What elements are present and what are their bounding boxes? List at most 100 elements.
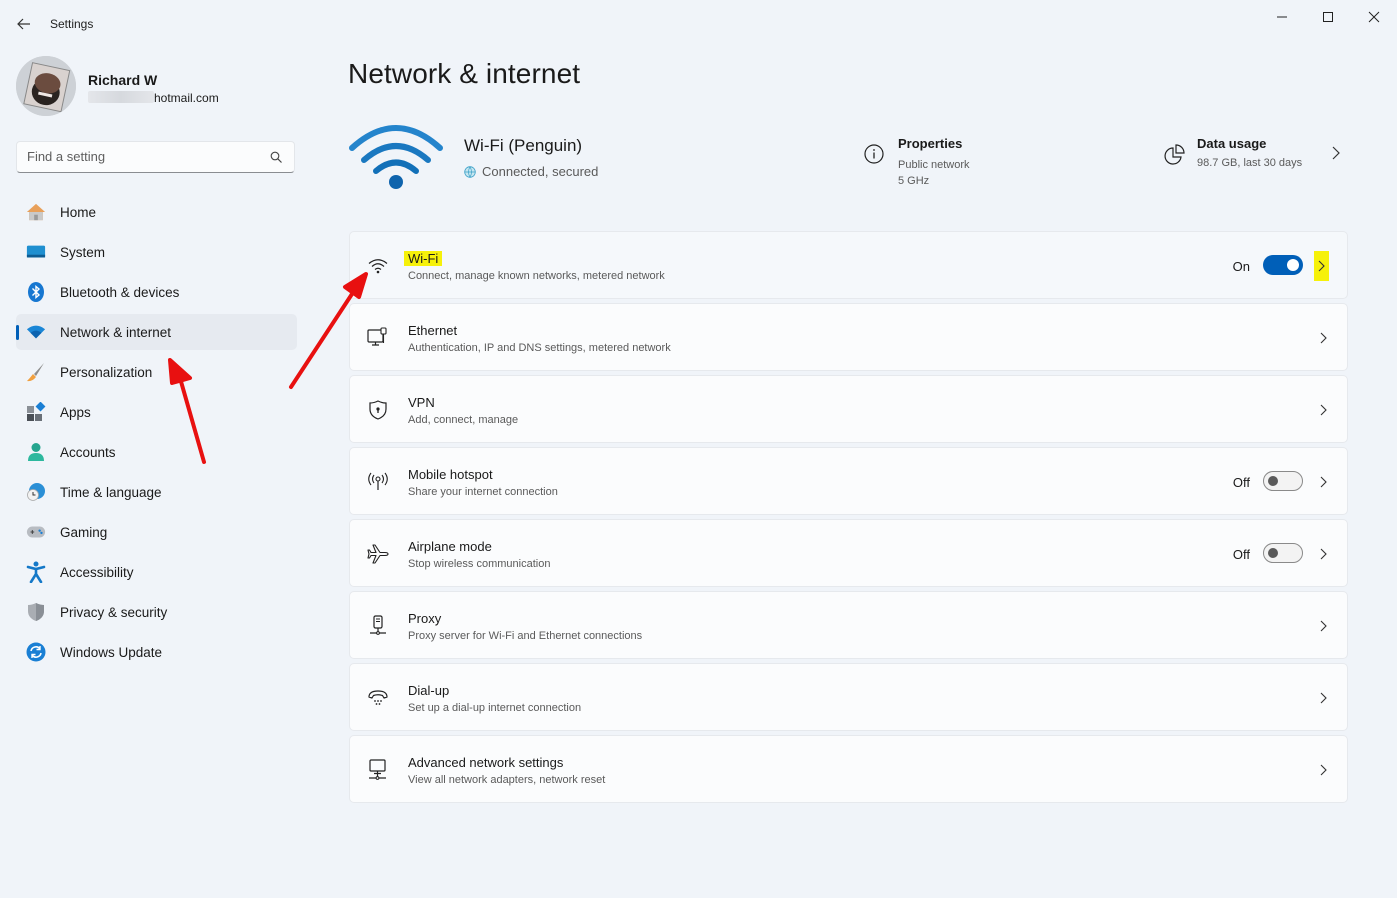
- chevron-right-icon: [1315, 544, 1331, 564]
- sidebar-item-network[interactable]: Network & internet: [16, 314, 297, 350]
- card-subtitle: Share your internet connection: [408, 486, 558, 498]
- proxy-icon: [367, 615, 389, 637]
- card-title: Dial-up: [408, 683, 450, 698]
- sidebar-item-bluetooth[interactable]: Bluetooth & devices: [16, 274, 297, 310]
- card-ethernet[interactable]: Ethernet Authentication, IP and DNS sett…: [349, 303, 1348, 371]
- user-email: hotmail.com: [88, 91, 219, 105]
- sidebar-item-privacy[interactable]: Privacy & security: [16, 594, 297, 630]
- sidebar-item-label: Windows Update: [60, 645, 163, 660]
- bluetooth-icon: [26, 282, 46, 302]
- data-usage-title: Data usage: [1197, 136, 1267, 151]
- user-name: Richard W: [88, 72, 158, 88]
- connection-summary: Wi-Fi (Penguin) Connected, secured Prope…: [348, 118, 1348, 198]
- data-usage-link[interactable]: Data usage 98.7 GB, last 30 days: [1162, 136, 1348, 176]
- ethernet-icon: [367, 327, 389, 349]
- sidebar-item-accounts[interactable]: Accounts: [16, 434, 297, 470]
- sidebar-item-accessibility[interactable]: Accessibility: [16, 554, 297, 590]
- sidebar-item-label: Gaming: [60, 525, 108, 540]
- avatar: [16, 56, 76, 116]
- app-title: Settings: [50, 17, 94, 31]
- wifi-chevron-button[interactable]: [1314, 251, 1329, 281]
- network-band: 5 GHz: [898, 175, 930, 187]
- mobile-hotspot-toggle[interactable]: [1263, 471, 1303, 491]
- card-title: Proxy: [408, 611, 442, 626]
- sidebar-item-apps[interactable]: Apps: [16, 394, 297, 430]
- card-airplane-mode[interactable]: Airplane mode Stop wireless communicatio…: [349, 519, 1348, 587]
- sidebar-item-windows-update[interactable]: Windows Update: [16, 634, 297, 670]
- card-wifi[interactable]: Wi-Fi Connect, manage known networks, me…: [349, 231, 1348, 299]
- properties-title: Properties: [898, 136, 963, 151]
- user-email-domain: hotmail.com: [154, 91, 219, 105]
- network-icon: [26, 322, 46, 342]
- card-proxy[interactable]: Proxy Proxy server for Wi-Fi and Etherne…: [349, 591, 1348, 659]
- card-subtitle: Authentication, IP and DNS settings, met…: [408, 342, 671, 354]
- chevron-right-icon: [1315, 400, 1331, 420]
- wifi-large-icon: [349, 125, 443, 189]
- user-profile[interactable]: Richard W hotmail.com: [16, 56, 316, 118]
- sidebar-item-label: Accessibility: [60, 565, 134, 580]
- data-usage-value: 98.7 GB, last 30 days: [1197, 157, 1303, 169]
- shield-icon: [26, 602, 46, 622]
- card-subtitle: Connect, manage known networks, metered …: [408, 270, 665, 282]
- properties-details: Public network 5 GHz: [898, 157, 970, 189]
- page-title: Network & internet: [348, 58, 581, 89]
- search-box[interactable]: [16, 141, 295, 173]
- network-type: Public network: [898, 159, 970, 171]
- search-input[interactable]: [27, 149, 257, 164]
- sidebar-item-gaming[interactable]: Gaming: [16, 514, 297, 550]
- chevron-right-icon: [1315, 760, 1331, 780]
- sidebar-item-label: Network & internet: [60, 325, 172, 340]
- sidebar-item-label: Privacy & security: [60, 605, 168, 620]
- chevron-right-icon: [1315, 472, 1331, 492]
- sidebar-item-time-language[interactable]: Time & language: [16, 474, 297, 510]
- sidebar-item-label: System: [60, 245, 106, 260]
- accounts-icon: [26, 442, 46, 462]
- email-redaction: [88, 91, 154, 103]
- sidebar-item-label: Accounts: [60, 445, 116, 460]
- maximize-icon: [1323, 12, 1333, 22]
- chevron-right-icon: [1332, 146, 1340, 160]
- sidebar-nav: Home System Bluetooth & devices Network …: [16, 194, 297, 674]
- card-title: Advanced network settings: [408, 755, 564, 770]
- sidebar-item-label: Home: [60, 205, 97, 220]
- back-button[interactable]: [14, 14, 34, 34]
- connection-status-text: Connected, secured: [482, 164, 599, 179]
- search-icon[interactable]: [270, 151, 283, 164]
- card-dial-up[interactable]: Dial-up Set up a dial-up internet connec…: [349, 663, 1348, 731]
- vpn-shield-icon: [367, 399, 389, 421]
- airplane-mode-toggle[interactable]: [1263, 543, 1303, 563]
- accessibility-icon: [26, 561, 46, 583]
- apps-icon: [26, 402, 46, 422]
- sidebar-item-personalization[interactable]: Personalization: [16, 354, 297, 390]
- card-mobile-hotspot[interactable]: Mobile hotspot Share your internet conne…: [349, 447, 1348, 515]
- avatar-photo: [16, 56, 76, 116]
- connection-status: Connected, secured: [464, 164, 598, 179]
- card-title: Ethernet: [408, 323, 458, 338]
- hotspot-icon: [367, 471, 389, 493]
- sidebar-item-system[interactable]: System: [16, 234, 297, 270]
- chevron-right-icon: [1318, 260, 1325, 272]
- gaming-icon: [26, 522, 46, 542]
- toggle-state-label: Off: [1232, 547, 1250, 562]
- card-vpn[interactable]: VPN Add, connect, manage: [349, 375, 1348, 443]
- time-language-icon: [26, 482, 46, 502]
- card-subtitle: Proxy server for Wi-Fi and Ethernet conn…: [408, 630, 643, 642]
- toggle-state-label: Off: [1232, 475, 1250, 490]
- card-title: Mobile hotspot: [408, 467, 493, 482]
- advanced-network-icon: [367, 759, 389, 781]
- chevron-right-icon: [1315, 328, 1331, 348]
- sidebar-item-label: Personalization: [60, 365, 153, 380]
- back-arrow-icon: [17, 18, 30, 30]
- card-title: Wi-Fi: [404, 251, 443, 266]
- sidebar-item-home[interactable]: Home: [16, 194, 297, 230]
- title-bar: Settings: [0, 0, 1397, 48]
- card-title: Airplane mode: [408, 539, 492, 554]
- card-advanced-network-settings[interactable]: Advanced network settings View all netwo…: [349, 735, 1348, 803]
- close-button[interactable]: [1354, 6, 1394, 28]
- maximize-button[interactable]: [1308, 6, 1348, 28]
- minimize-icon: [1277, 16, 1287, 18]
- close-icon: [1368, 11, 1380, 23]
- card-subtitle: Stop wireless communication: [408, 558, 551, 570]
- wifi-toggle[interactable]: [1263, 255, 1303, 275]
- minimize-button[interactable]: [1262, 6, 1302, 28]
